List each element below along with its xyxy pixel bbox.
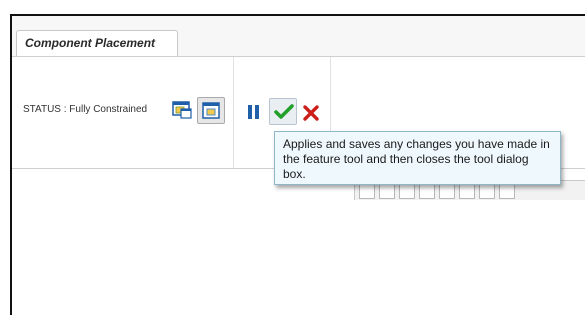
- zoom-in-icon[interactable]: [359, 183, 375, 199]
- tab-strip: Component Placement: [12, 16, 585, 57]
- cancel-x-icon[interactable]: [302, 104, 320, 122]
- view-manager-icon[interactable]: [439, 183, 455, 199]
- zoom-out-icon[interactable]: [379, 183, 395, 199]
- pause-icon[interactable]: [247, 105, 263, 121]
- ok-checkmark-icon[interactable]: [269, 98, 297, 125]
- repaint-icon[interactable]: [419, 183, 435, 199]
- display-style-icon[interactable]: [459, 183, 475, 199]
- ok-button-tooltip: Applies and saves any changes you have m…: [274, 131, 561, 185]
- refit-icon[interactable]: [399, 183, 415, 199]
- tab-component-placement[interactable]: Component Placement: [16, 30, 178, 56]
- datum-display-icon[interactable]: [499, 183, 515, 199]
- constraint-status: STATUS : Fully Constrained: [23, 104, 148, 115]
- display-in-assembly-window-icon[interactable]: [197, 97, 225, 124]
- panel-divider: [233, 57, 234, 168]
- dashboard-window: Component Placement STATUS : Fully Const…: [10, 14, 585, 315]
- display-in-separate-window-icon[interactable]: [172, 101, 192, 119]
- saved-views-icon[interactable]: [479, 183, 495, 199]
